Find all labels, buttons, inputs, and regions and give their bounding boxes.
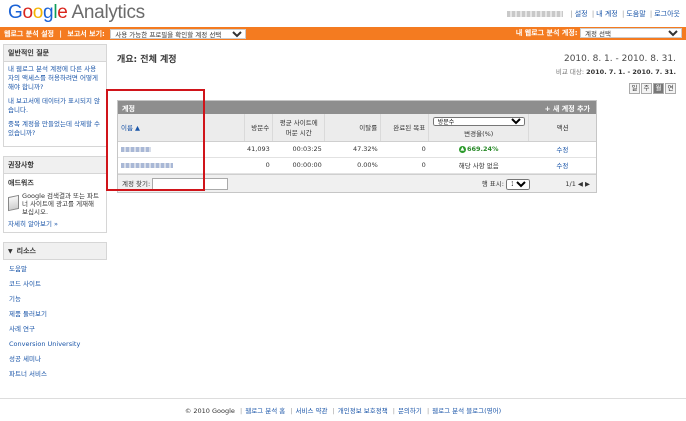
footer-link[interactable]: 웹로그 분석 홈 (245, 407, 285, 415)
triangle-down-icon: ▼ (8, 248, 13, 255)
sidebar: 일반적인 질문 내 웹로그 분석 계정에 다른 사용자의 액세스를 허용하려면 … (3, 44, 107, 388)
bounce-rate-header[interactable]: 이탈률 (324, 114, 381, 142)
change-header: 변경율(%) (464, 129, 494, 138)
accounts-title: 계정 (122, 105, 135, 113)
view-week-button[interactable]: 주 (641, 83, 652, 94)
footer-link[interactable]: 개인정보 보호정책 (338, 407, 388, 415)
logo-letter: o (32, 2, 44, 23)
table-row: 0 00:00:00 0.00% 0 해당 사항 없음 수정 (118, 157, 596, 174)
accounts-table: 이름 ▲ 방문수 평균 사이트에 머문 시간 이탈률 완료된 목표 방문수 변경… (118, 114, 596, 174)
resource-link[interactable]: Conversion University (9, 340, 80, 348)
visits-cell: 41,093 (244, 141, 273, 158)
view-day-button[interactable]: 일 (629, 83, 640, 94)
recommend-title: 권장사항 (4, 157, 106, 174)
user-email-redacted (507, 11, 564, 17)
adwords-title: 애드워즈 (8, 179, 34, 187)
sort-name-header[interactable]: 이름 ▲ (121, 124, 140, 132)
faq-link[interactable]: 중복 계정을 만들었는데 삭제할 수 있습니까? (8, 120, 100, 137)
my-account-link[interactable]: 내 계정 (596, 10, 618, 18)
footer-link[interactable]: 문의하기 (398, 407, 422, 415)
compare-range: 2010. 7. 1. - 2010. 7. 31. (586, 68, 676, 76)
footer-link[interactable]: 서비스 약관 (296, 407, 328, 415)
recommend-box: 권장사항 애드워즈 Google 검색결과 또는 파트너 사이트에 광고를 게재… (3, 156, 107, 233)
logo-product-name: Analytics (71, 2, 146, 23)
logo-letter: o (22, 2, 33, 23)
my-accounts-label: 내 웹로그 분석 계정: (515, 29, 578, 37)
action-header: 액션 (528, 114, 596, 142)
report-profile-select[interactable]: 사용 가능한 프로필을 확인할 계정 선택 (110, 29, 247, 39)
metric-select[interactable]: 방문수 (432, 116, 525, 126)
table-row: 41,093 00:03:25 47.32% 0 ▲ 669.24% 수정 (118, 141, 596, 158)
compare-label: 비교 대상: (555, 68, 585, 76)
resources-list: 도움말 코드 사이트 기능 제품 둘러보기 사례 연구 Conversion U… (3, 260, 107, 388)
page-title: 개요: 전체 계정 (117, 55, 177, 65)
resources-header[interactable]: ▼ 리소스 (3, 242, 107, 260)
faq-box: 일반적인 질문 내 웹로그 분석 계정에 다른 사용자의 액세스를 허용하려면 … (3, 44, 107, 147)
resource-link[interactable]: 코드 사이트 (9, 280, 41, 288)
keyboard-icon (8, 194, 20, 212)
goals-cell: 0 (380, 141, 429, 158)
adwords-text: Google 검색결과 또는 파트너 사이트에 광고를 게재해 보십시오. (22, 192, 99, 216)
bounce-cell: 0.00% (324, 157, 381, 174)
footer-link[interactable]: 웹로그 분석 블로그(영어) (432, 407, 501, 415)
date-range-main: 2010. 8. 1. - 2010. 8. 31. (563, 54, 676, 64)
faq-link[interactable]: 내 보고서에 데이터가 표시되지 않습니다. (8, 97, 100, 114)
faq-title: 일반적인 질문 (4, 45, 106, 62)
change-cell: 669.24% (466, 145, 499, 153)
account-select[interactable]: 계정 선택 (580, 28, 682, 38)
view-year-button[interactable]: 연 (665, 83, 676, 94)
time-cell: 00:00:00 (272, 157, 325, 174)
account-name-link[interactable] (121, 145, 151, 153)
footer: © 2010 Google | 웹로그 분석 홈 | 서비스 약관 | 개인정보 보호… (0, 398, 686, 415)
copyright: © 2010 Google (184, 407, 235, 415)
account-search-input[interactable] (152, 177, 229, 190)
add-account-button[interactable]: + 새 계정 추가 (545, 104, 590, 114)
change-cell: 해당 사항 없음 (428, 157, 529, 174)
visits-header[interactable]: 방문수 (243, 114, 273, 142)
edit-link[interactable]: 수정 (556, 162, 568, 170)
faq-link[interactable]: 내 웹로그 분석 계정에 다른 사용자의 액세스를 허용하려면 어떻게 해야 합… (8, 65, 98, 91)
date-range[interactable]: 2010. 8. 1. - 2010. 8. 31. 비교 대상: 2010. … (556, 54, 676, 76)
up-arrow-icon: ▲ (458, 145, 466, 153)
view-toggle: 일 주 월 연 (628, 83, 676, 94)
resource-link[interactable]: 성공 세미나 (9, 355, 41, 363)
visits-cell: 0 (244, 157, 273, 174)
goals-header[interactable]: 완료된 목표 (380, 114, 429, 142)
bounce-cell: 47.32% (324, 141, 381, 158)
accounts-panel: 계정 + 새 계정 추가 이름 ▲ 방문수 평균 사이트에 머문 시간 이탈률 … (117, 100, 597, 193)
time-on-site-header[interactable]: 평균 사이트에 머문 시간 (272, 114, 325, 142)
time-cell: 00:03:25 (272, 141, 325, 158)
logo-letter: g (43, 2, 54, 23)
edit-link[interactable]: 수정 (556, 146, 568, 154)
resource-link[interactable]: 기능 (9, 295, 21, 303)
resource-link[interactable]: 사례 연구 (9, 325, 35, 333)
help-link[interactable]: 도움말 (626, 10, 645, 18)
google-analytics-logo[interactable]: Google Analytics (8, 2, 145, 24)
resource-link[interactable]: 도움말 (9, 265, 27, 273)
view-month-button[interactable]: 월 (653, 83, 664, 94)
resource-link[interactable]: 제품 둘러보기 (9, 310, 47, 318)
search-label: 계정 찾기: (122, 179, 151, 188)
resource-link[interactable]: 파트너 서비스 (9, 370, 47, 378)
view-reports-label: 보고서 보기: (67, 30, 105, 38)
logo-letter: G (8, 2, 23, 23)
goals-cell: 0 (380, 157, 429, 174)
account-name-link[interactable] (121, 161, 173, 169)
learn-more-link[interactable]: 자세히 알아보기 » (8, 220, 58, 228)
settings-link[interactable]: 설정 (575, 10, 588, 18)
pager[interactable]: 1/1 ◀ ▶ (565, 180, 590, 188)
logout-link[interactable]: 로그아웃 (654, 10, 680, 18)
rows-label: 행 표시: (481, 179, 504, 188)
analytics-settings-link[interactable]: 웹로그 분석 설정 (4, 30, 54, 38)
nav-bar: 웹로그 분석 설정 | 보고서 보기: 사용 가능한 프로필을 확인할 계정 선… (0, 27, 686, 40)
logo-letter: e (57, 2, 68, 23)
top-links: | 설정 | 내 계정 | 도움말 | 로그아웃 (507, 9, 680, 19)
rows-per-page-select[interactable]: 10 (506, 178, 530, 190)
